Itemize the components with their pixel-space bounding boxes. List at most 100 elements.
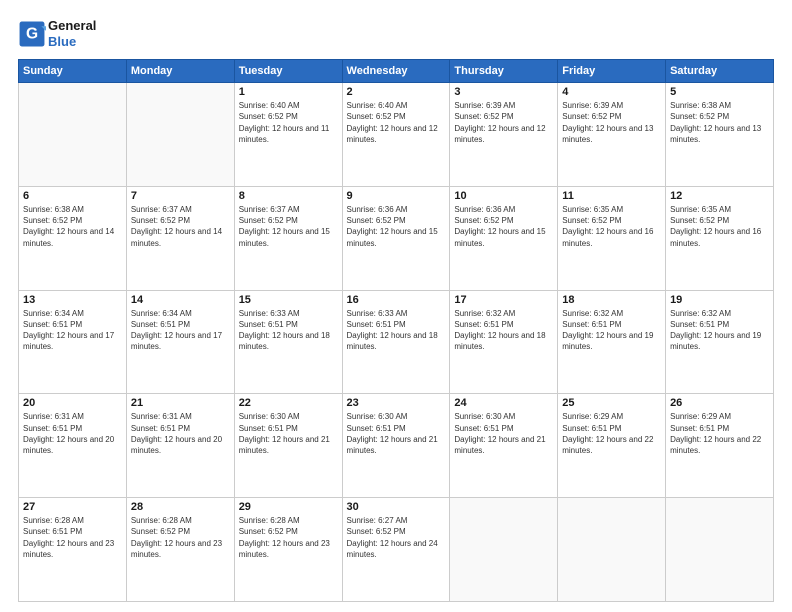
day-info: Sunrise: 6:32 AM Sunset: 6:51 PM Dayligh… [454,308,553,353]
header: G General Blue [18,18,774,49]
day-number: 17 [454,294,553,306]
weekday-saturday: Saturday [666,60,774,83]
logo-blue: Blue [48,34,96,50]
calendar-cell: 18Sunrise: 6:32 AM Sunset: 6:51 PM Dayli… [558,290,666,394]
day-info: Sunrise: 6:38 AM Sunset: 6:52 PM Dayligh… [670,100,769,145]
day-number: 6 [23,190,122,202]
calendar-cell: 17 Sunrise: 6:32 AM Sunset: 6:51 PM Dayli… [450,290,558,394]
calendar-cell: 23 Sunrise: 6:30 AM Sunset: 6:51 PM Dayli… [342,394,450,498]
day-number: 24 [454,397,553,409]
calendar-cell: 25 Sunrise: 6:29 AM Sunset: 6:51 PM Dayli… [558,394,666,498]
day-info: Sunrise: 6:36 AM Sunset: 6:52 PM Dayligh… [347,204,446,249]
day-info: Sunrise: 6:28 AM Sunset: 6:52 PM Dayligh… [239,515,338,560]
calendar-cell: 6 Sunrise: 6:38 AM Sunset: 6:52 PM Daylig… [19,186,127,290]
day-info: Sunrise: 6:28 AM Sunset: 6:51 PM Dayligh… [23,515,122,560]
weekday-friday: Friday [558,60,666,83]
day-number: 23 [347,397,446,409]
day-number: 13 [23,294,122,306]
day-number: 16 [347,294,446,306]
day-info: Sunrise: 6:30 AM Sunset: 6:51 PM Dayligh… [239,411,338,456]
day-number: 11 [562,190,661,202]
calendar-table: SundayMondayTuesdayWednesdayThursdayFrid… [18,59,774,602]
logo-general: General [48,18,96,34]
day-info: Sunrise: 6:32 AM Sunset: 6:51 PM Dayligh… [670,308,769,353]
day-number: 20 [23,397,122,409]
calendar-cell: 28 Sunrise: 6:28 AM Sunset: 6:52 PM Dayli… [126,498,234,602]
day-number: 25 [562,397,661,409]
day-info: Sunrise: 6:31 AM Sunset: 6:51 PM Dayligh… [23,411,122,456]
weekday-thursday: Thursday [450,60,558,83]
calendar-cell: 8 Sunrise: 6:37 AM Sunset: 6:52 PM Daylig… [234,186,342,290]
day-info: Sunrise: 6:38 AM Sunset: 6:52 PM Dayligh… [23,204,122,249]
day-number: 19 [670,294,769,306]
calendar-cell: 1Sunrise: 6:40 AM Sunset: 6:52 PM Daylig… [234,83,342,187]
calendar-cell: 14Sunrise: 6:34 AM Sunset: 6:51 PM Dayli… [126,290,234,394]
calendar-cell: 16 Sunrise: 6:33 AM Sunset: 6:51 PM Dayli… [342,290,450,394]
day-info: Sunrise: 6:27 AM Sunset: 6:52 PM Dayligh… [347,515,446,560]
calendar-cell [126,83,234,187]
week-row-2: 6 Sunrise: 6:38 AM Sunset: 6:52 PM Daylig… [19,186,774,290]
calendar-cell [666,498,774,602]
calendar-cell: 7 Sunrise: 6:37 AM Sunset: 6:52 PM Daylig… [126,186,234,290]
day-info: Sunrise: 6:29 AM Sunset: 6:51 PM Dayligh… [562,411,661,456]
day-number: 3 [454,86,553,98]
day-info: Sunrise: 6:37 AM Sunset: 6:52 PM Dayligh… [131,204,230,249]
day-info: Sunrise: 6:40 AM Sunset: 6:52 PM Dayligh… [347,100,446,145]
calendar-cell: 19 Sunrise: 6:32 AM Sunset: 6:51 PM Dayli… [666,290,774,394]
calendar-cell [19,83,127,187]
weekday-header-row: SundayMondayTuesdayWednesdayThursdayFrid… [19,60,774,83]
calendar-cell: 10 Sunrise: 6:36 AM Sunset: 6:52 PM Dayli… [450,186,558,290]
calendar-cell: 13 Sunrise: 6:34 AM Sunset: 6:51 PM Dayli… [19,290,127,394]
day-info: Sunrise: 6:33 AM Sunset: 6:51 PM Dayligh… [347,308,446,353]
weekday-monday: Monday [126,60,234,83]
day-number: 8 [239,190,338,202]
day-number: 28 [131,501,230,513]
calendar-cell: 12 Sunrise: 6:35 AM Sunset: 6:52 PM Dayli… [666,186,774,290]
logo: G General Blue [18,18,96,49]
calendar-cell: 9Sunrise: 6:36 AM Sunset: 6:52 PM Daylig… [342,186,450,290]
calendar-cell [558,498,666,602]
day-number: 27 [23,501,122,513]
day-number: 5 [670,86,769,98]
day-info: Sunrise: 6:39 AM Sunset: 6:52 PM Dayligh… [454,100,553,145]
day-info: Sunrise: 6:35 AM Sunset: 6:52 PM Dayligh… [562,204,661,249]
calendar-cell: 26Sunrise: 6:29 AM Sunset: 6:51 PM Dayli… [666,394,774,498]
calendar-cell: 4Sunrise: 6:39 AM Sunset: 6:52 PM Daylig… [558,83,666,187]
calendar-cell: 3 Sunrise: 6:39 AM Sunset: 6:52 PM Daylig… [450,83,558,187]
calendar-cell: 15Sunrise: 6:33 AM Sunset: 6:51 PM Dayli… [234,290,342,394]
calendar-cell: 27 Sunrise: 6:28 AM Sunset: 6:51 PM Dayli… [19,498,127,602]
day-number: 10 [454,190,553,202]
day-number: 18 [562,294,661,306]
day-number: 1 [239,86,338,98]
day-number: 2 [347,86,446,98]
week-row-4: 20 Sunrise: 6:31 AM Sunset: 6:51 PM Dayli… [19,394,774,498]
day-number: 7 [131,190,230,202]
day-info: Sunrise: 6:34 AM Sunset: 6:51 PM Dayligh… [131,308,230,353]
day-info: Sunrise: 6:30 AM Sunset: 6:51 PM Dayligh… [454,411,553,456]
calendar-header: SundayMondayTuesdayWednesdayThursdayFrid… [19,60,774,83]
day-info: Sunrise: 6:34 AM Sunset: 6:51 PM Dayligh… [23,308,122,353]
day-number: 22 [239,397,338,409]
day-number: 30 [347,501,446,513]
day-number: 29 [239,501,338,513]
calendar-cell: 22 Sunrise: 6:30 AM Sunset: 6:51 PM Dayli… [234,394,342,498]
calendar-cell: 29 Sunrise: 6:28 AM Sunset: 6:52 PM Dayli… [234,498,342,602]
day-number: 12 [670,190,769,202]
calendar-cell [450,498,558,602]
day-info: Sunrise: 6:36 AM Sunset: 6:52 PM Dayligh… [454,204,553,249]
day-number: 21 [131,397,230,409]
week-row-1: 1 Sunrise: 6:40 AM Sunset: 6:52 PM Daylig… [19,83,774,187]
day-info: Sunrise: 6:31 AM Sunset: 6:51 PM Dayligh… [131,411,230,456]
day-info: Sunrise: 6:35 AM Sunset: 6:52 PM Dayligh… [670,204,769,249]
day-info: Sunrise: 6:39 AM Sunset: 6:52 PM Dayligh… [562,100,661,145]
calendar-cell: 5 Sunrise: 6:38 AM Sunset: 6:52 PM Daylig… [666,83,774,187]
day-info: Sunrise: 6:28 AM Sunset: 6:52 PM Dayligh… [131,515,230,560]
day-info: Sunrise: 6:29 AM Sunset: 6:51 PM Dayligh… [670,411,769,456]
logo-icon: G [18,20,46,48]
day-info: Sunrise: 6:30 AM Sunset: 6:51 PM Dayligh… [347,411,446,456]
calendar-cell: 11 Sunrise: 6:35 AM Sunset: 6:52 PM Dayli… [558,186,666,290]
calendar-cell: 30 Sunrise: 6:27 AM Sunset: 6:52 PM Dayli… [342,498,450,602]
calendar-cell: 20 Sunrise: 6:31 AM Sunset: 6:51 PM Dayli… [19,394,127,498]
weekday-sunday: Sunday [19,60,127,83]
day-info: Sunrise: 6:37 AM Sunset: 6:52 PM Dayligh… [239,204,338,249]
